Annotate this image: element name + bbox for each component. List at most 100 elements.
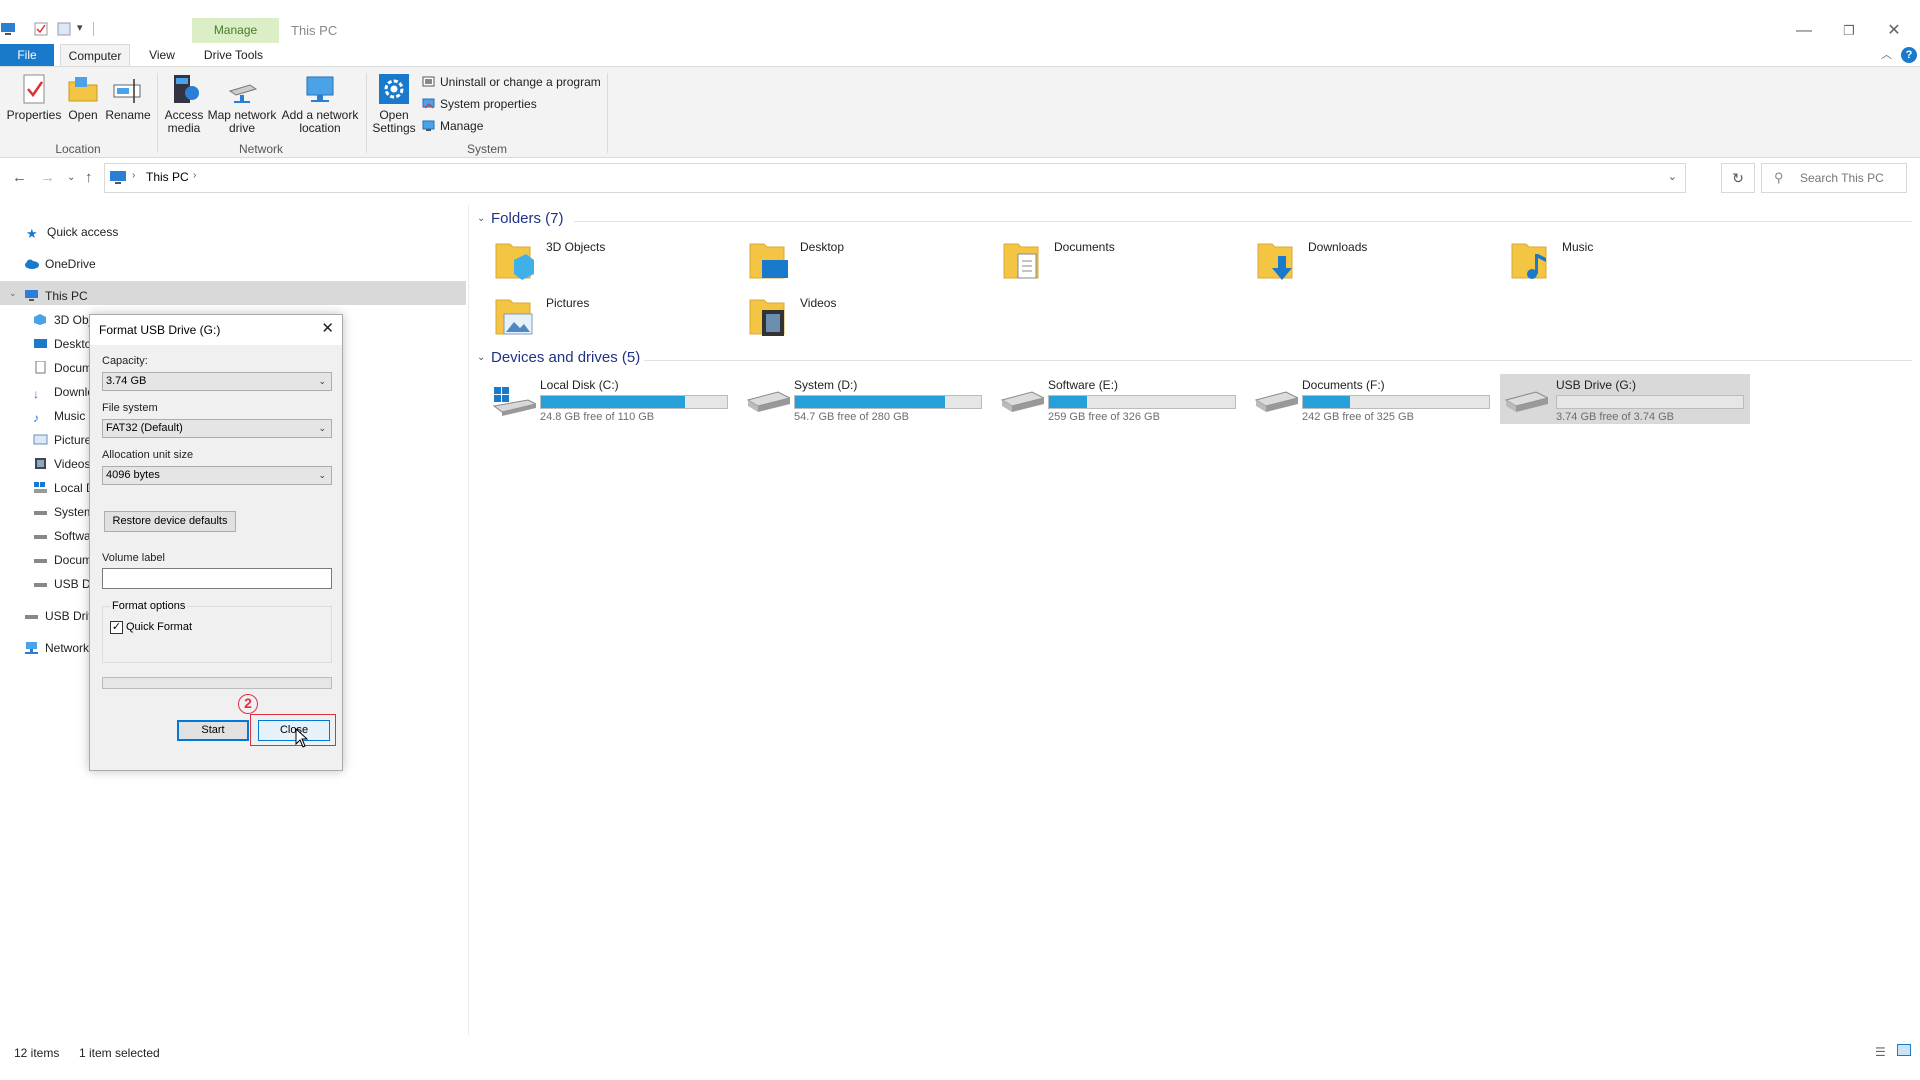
open-button[interactable]: Open bbox=[64, 73, 102, 122]
ribbon: Properties Open Rename Location Access m… bbox=[0, 66, 1920, 158]
drive-usage-bar bbox=[1048, 395, 1236, 409]
address-bar[interactable]: › This PC › ⌄ bbox=[104, 163, 1686, 193]
nav-onedrive[interactable]: OneDrive bbox=[24, 252, 96, 276]
nav-videos[interactable]: Videos bbox=[33, 452, 90, 476]
properties-button[interactable]: Properties bbox=[6, 73, 62, 122]
tab-file[interactable]: File bbox=[0, 44, 54, 66]
folder-desktop[interactable]: Desktop bbox=[748, 238, 998, 288]
folder-documents[interactable]: Documents bbox=[1002, 238, 1252, 288]
nav-3d-objects[interactable]: 3D Obj bbox=[33, 308, 91, 332]
manage-button[interactable]: Manage bbox=[422, 117, 483, 135]
quick-format-checkbox[interactable]: ✓ bbox=[110, 621, 123, 634]
drive-local-disk-c[interactable]: Local Disk (C:) 24.8 GB free of 110 GB bbox=[488, 374, 738, 424]
search-input[interactable]: ⚲ Search This PC bbox=[1761, 163, 1907, 193]
folder-music[interactable]: Music bbox=[1510, 238, 1760, 288]
nav-pictures[interactable]: Picture bbox=[33, 428, 91, 452]
window-title: This PC bbox=[291, 23, 338, 38]
ribbon-separator bbox=[366, 73, 367, 153]
manage-contextual-tab[interactable]: Manage bbox=[192, 18, 279, 43]
uninstall-program-button[interactable]: Uninstall or change a program bbox=[422, 73, 601, 91]
nav-network[interactable]: Network bbox=[24, 636, 89, 660]
nav-music[interactable]: ♪ Music bbox=[33, 404, 85, 428]
drive-usage-fill bbox=[795, 396, 945, 408]
this-pc-icon bbox=[110, 171, 126, 184]
search-placeholder: Search This PC bbox=[1800, 171, 1884, 185]
tab-view[interactable]: View bbox=[146, 44, 178, 66]
start-button[interactable]: Start bbox=[177, 720, 249, 741]
tab-computer[interactable]: Computer bbox=[60, 44, 130, 66]
breadcrumb-chevron-icon[interactable]: › bbox=[132, 170, 135, 181]
collapse-drives-chevron-icon[interactable]: ⌄ bbox=[477, 352, 485, 363]
nav-desktop[interactable]: Deskto bbox=[33, 332, 91, 356]
uninstall-icon bbox=[422, 75, 435, 88]
quick-format-label[interactable]: Quick Format bbox=[126, 621, 192, 633]
access-media-button[interactable]: Access media bbox=[160, 73, 208, 135]
videos-folder-icon bbox=[749, 299, 785, 336]
folder-videos[interactable]: Videos bbox=[748, 294, 998, 344]
folder-3d-objects[interactable]: 3D Objects bbox=[494, 238, 744, 288]
dialog-close-icon[interactable]: ✕ bbox=[321, 321, 334, 337]
drive-icon bbox=[746, 391, 790, 412]
restore-button[interactable]: ❐ bbox=[1829, 18, 1869, 44]
nav-software-drive[interactable]: Softwa bbox=[33, 524, 91, 548]
collapse-folders-chevron-icon[interactable]: ⌄ bbox=[477, 213, 485, 224]
rename-label: Rename bbox=[105, 108, 151, 122]
minimize-button[interactable]: — bbox=[1784, 18, 1824, 44]
drive-usage-fill bbox=[541, 396, 686, 408]
drive-system-d[interactable]: System (D:) 54.7 GB free of 280 GB bbox=[742, 374, 992, 424]
customize-qa-chevron-icon[interactable]: ▾ bbox=[77, 21, 83, 34]
drive-documents-f[interactable]: Documents (F:) 242 GB free of 325 GB bbox=[1250, 374, 1500, 424]
system-properties-button[interactable]: System properties bbox=[422, 95, 537, 113]
folders-heading[interactable]: Folders (7) bbox=[491, 210, 564, 227]
nav-downloads[interactable]: ↓ Downlo bbox=[33, 380, 94, 404]
drive-software-e[interactable]: Software (E:) 259 GB free of 326 GB bbox=[996, 374, 1246, 424]
allocation-unit-select[interactable]: 4096 bytes ⌄ bbox=[102, 466, 332, 485]
add-network-location-label: Add a network location bbox=[281, 108, 359, 135]
recent-locations-chevron-icon[interactable]: ⌄ bbox=[67, 172, 75, 183]
close-window-button[interactable]: ✕ bbox=[1874, 18, 1914, 44]
nav-usb-drive-root[interactable]: USB Driv bbox=[24, 604, 94, 628]
drive-usb-g[interactable]: USB Drive (G:) 3.74 GB free of 3.74 GB bbox=[1500, 374, 1750, 424]
nav-local-disk[interactable]: Local D bbox=[33, 476, 95, 500]
folder-pictures[interactable]: Pictures bbox=[494, 294, 744, 344]
rename-button[interactable]: Rename bbox=[104, 73, 152, 122]
nav-documents-drive[interactable]: Docum bbox=[33, 548, 92, 572]
volume-label-input[interactable] bbox=[102, 568, 332, 589]
breadcrumb-chevron-icon[interactable]: › bbox=[193, 170, 196, 181]
drive-free-space: 259 GB free of 326 GB bbox=[1048, 411, 1160, 423]
tab-drive-tools[interactable]: Drive Tools bbox=[196, 44, 271, 66]
up-arrow-icon[interactable]: ↑ bbox=[85, 169, 93, 186]
folder-downloads[interactable]: Downloads bbox=[1256, 238, 1506, 288]
nav-this-pc[interactable]: This PC bbox=[24, 284, 88, 308]
drive-icon bbox=[1504, 391, 1548, 412]
help-icon[interactable]: ? bbox=[1901, 47, 1917, 63]
large-icons-view-icon[interactable] bbox=[1897, 1044, 1911, 1056]
download-arrow-icon: ↓ bbox=[33, 387, 39, 401]
nav-usb-drive[interactable]: USB Dri bbox=[33, 572, 97, 596]
drives-heading[interactable]: Devices and drives (5) bbox=[491, 349, 640, 366]
nav-documents-drive-label: Docum bbox=[54, 553, 93, 567]
breadcrumb-this-pc[interactable]: This PC bbox=[146, 170, 189, 184]
nav-system-drive[interactable]: System bbox=[33, 500, 94, 524]
address-dropdown-chevron-icon[interactable]: ⌄ bbox=[1668, 170, 1677, 183]
add-network-location-button[interactable]: Add a network location bbox=[280, 73, 360, 135]
new-folder-qa-icon[interactable] bbox=[57, 22, 71, 36]
properties-qa-icon[interactable] bbox=[34, 22, 48, 36]
details-view-icon[interactable]: ☰ bbox=[1875, 1045, 1886, 1059]
pane-divider[interactable] bbox=[468, 205, 469, 1035]
collapse-ribbon-icon[interactable]: ︿ bbox=[1881, 46, 1892, 62]
back-arrow-icon[interactable]: ← bbox=[12, 169, 27, 186]
open-settings-button[interactable]: Open Settings bbox=[370, 73, 418, 135]
restore-defaults-button[interactable]: Restore device defaults bbox=[104, 511, 236, 532]
forward-arrow-icon[interactable]: → bbox=[40, 169, 55, 186]
nav-quick-access[interactable]: ★ Quick access bbox=[26, 220, 118, 244]
mouse-cursor-icon bbox=[295, 728, 309, 748]
drive-icon bbox=[24, 606, 39, 619]
properties-label: Properties bbox=[6, 108, 62, 122]
capacity-select[interactable]: 3.74 GB ⌄ bbox=[102, 372, 332, 391]
map-network-drive-button[interactable]: Map network drive bbox=[207, 73, 277, 135]
nav-documents[interactable]: Docum bbox=[33, 356, 92, 380]
expand-this-pc-chevron-icon[interactable]: ⌄ bbox=[9, 281, 17, 305]
file-system-select[interactable]: FAT32 (Default) ⌄ bbox=[102, 419, 332, 438]
refresh-icon[interactable]: ↻ bbox=[1721, 163, 1755, 193]
